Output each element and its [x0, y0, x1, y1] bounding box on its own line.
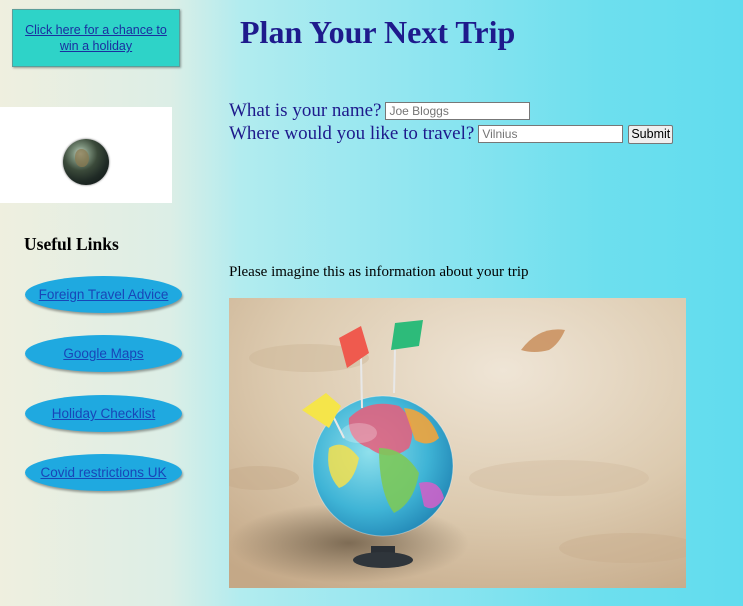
destination-label: Where would you like to travel?	[229, 123, 475, 144]
globe-with-flags-illustration	[229, 298, 686, 588]
destination-input[interactable]	[478, 125, 624, 143]
page-title: Plan Your Next Trip	[240, 14, 516, 50]
useful-links-heading: Useful Links	[24, 234, 119, 254]
link-google-maps[interactable]: Google Maps	[25, 335, 182, 372]
trip-image	[229, 298, 686, 588]
name-input[interactable]	[385, 102, 531, 120]
trip-info-text: Please imagine this as information about…	[229, 264, 529, 280]
promo-link[interactable]: Click here for a chance to win a holiday	[21, 22, 171, 54]
name-label: What is your name?	[229, 100, 382, 121]
link-covid-restrictions[interactable]: Covid restrictions UK	[25, 454, 182, 491]
link-label[interactable]: Covid restrictions UK	[40, 465, 166, 480]
link-label[interactable]: Foreign Travel Advice	[39, 287, 169, 302]
link-foreign-travel-advice[interactable]: Foreign Travel Advice	[25, 276, 182, 313]
globe-icon	[63, 139, 109, 185]
link-label[interactable]: Google Maps	[63, 346, 143, 361]
submit-button[interactable]: Submit	[628, 124, 674, 144]
link-holiday-checklist[interactable]: Holiday Checklist	[25, 395, 182, 432]
promo-button[interactable]: Click here for a chance to win a holiday	[12, 9, 180, 67]
name-row: What is your name?	[229, 100, 531, 122]
destination-row: Where would you like to travel? Submit	[229, 123, 674, 145]
link-label[interactable]: Holiday Checklist	[52, 406, 156, 421]
